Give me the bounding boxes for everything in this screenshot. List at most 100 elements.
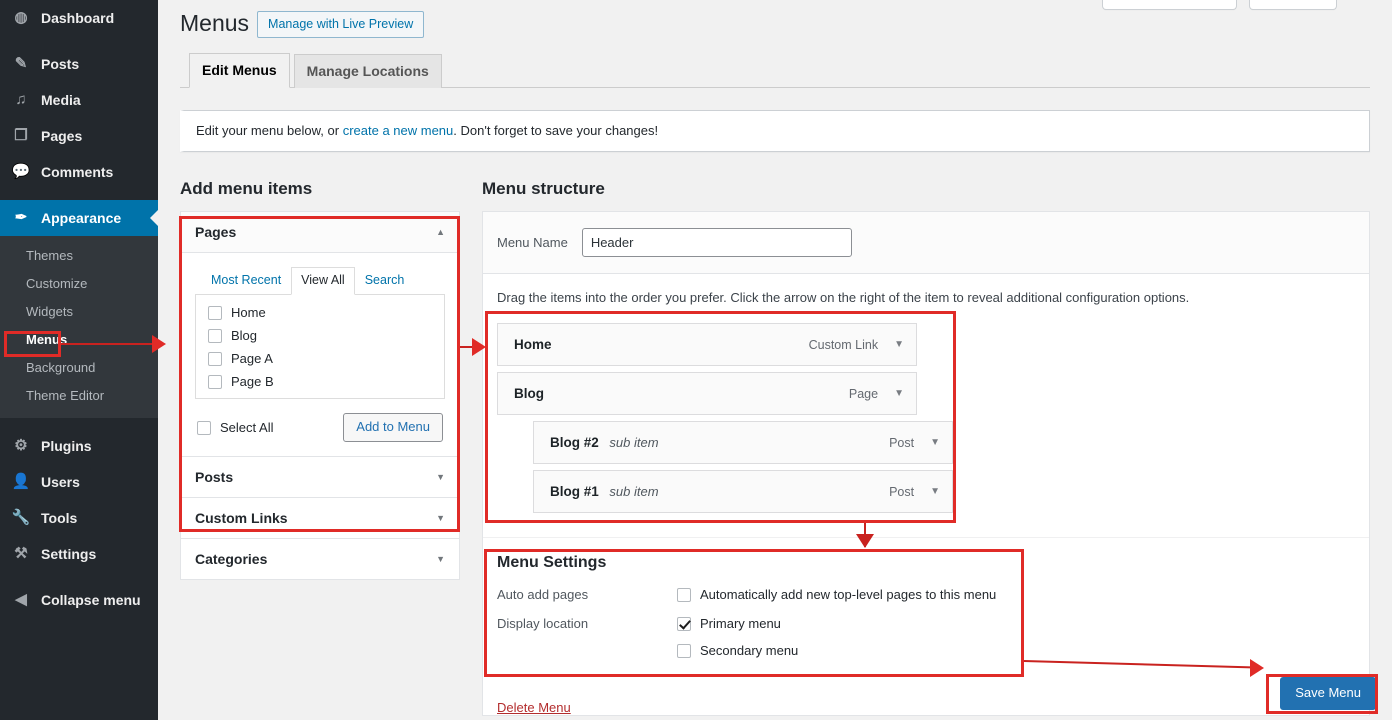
checkbox-page-b[interactable]: [208, 374, 222, 389]
menu-item-title: Blog: [514, 386, 544, 401]
add-to-menu-button[interactable]: Add to Menu: [343, 413, 443, 442]
sidebar-item-label: Posts: [41, 56, 80, 72]
list-item-label: Blog: [231, 328, 258, 343]
checkbox-secondary-menu[interactable]: [677, 643, 691, 658]
drag-hint-text: Drag the items into the order you prefer…: [497, 290, 1190, 305]
sidebar-item-collapse-menu[interactable]: ◀ Collapse menu: [0, 582, 158, 618]
sub-tab-view-all[interactable]: View All: [291, 267, 355, 295]
select-all-label: Select All: [220, 420, 274, 435]
chevron-down-icon[interactable]: ▼: [930, 486, 940, 497]
checkbox-page-a[interactable]: [208, 351, 222, 366]
tools-wrench-icon: 🔧: [11, 509, 31, 526]
dashboard-icon: ◍: [14, 9, 28, 26]
menu-item-meta: Post ▼: [889, 485, 940, 499]
chevron-down-icon[interactable]: ▼: [436, 513, 445, 523]
menu-item-sub-label: sub item: [609, 435, 659, 450]
list-item[interactable]: Page B: [208, 373, 434, 390]
chevron-down-icon[interactable]: ▼: [930, 437, 940, 448]
menu-item-row[interactable]: Blog #2 sub item Post ▼: [533, 421, 953, 464]
page-title-text: Menus: [180, 10, 250, 36]
list-item[interactable]: Home: [208, 304, 434, 321]
menu-settings-section: Menu Settings Auto add pages Automatical…: [483, 537, 1369, 686]
notice-text-after: . Don't forget to save your changes!: [453, 123, 659, 138]
checkbox-auto-add-pages[interactable]: [677, 587, 691, 602]
list-item[interactable]: Blog: [208, 327, 434, 344]
manage-with-live-preview-button[interactable]: Manage with Live Preview: [257, 11, 425, 38]
sidebar-item-tools[interactable]: 🔧 Tools: [0, 500, 158, 536]
sidebar-item-themes[interactable]: Themes: [0, 242, 158, 270]
list-item-label: Home: [231, 305, 266, 320]
sidebar-item-menus[interactable]: Menus: [0, 326, 158, 354]
delete-menu-link[interactable]: Delete Menu: [497, 700, 571, 715]
sidebar-item-dashboard[interactable]: ◍ Dashboard: [0, 0, 158, 36]
sidebar-item-pages[interactable]: ❐ Pages: [0, 118, 158, 154]
nav-tabs: Edit Menus Manage Locations: [180, 53, 1370, 88]
pin-icon: ✎: [14, 55, 28, 72]
sidebar-item-comments[interactable]: 💬 Comments: [0, 154, 158, 190]
location-option-label: Secondary menu: [700, 643, 799, 658]
list-item[interactable]: Page A: [208, 350, 434, 367]
chevron-down-icon[interactable]: ▼: [436, 554, 445, 564]
accordion-body-pages: Most Recent View All Search Home Blog Pa…: [181, 253, 459, 457]
comments-icon: 💬: [11, 163, 31, 180]
sidebar-item-users[interactable]: 👤 Users: [0, 464, 158, 500]
menu-item-title: Home: [514, 337, 552, 352]
menu-item-title-group: Blog #2 sub item: [550, 435, 659, 450]
pages-checkbox-list[interactable]: Home Blog Page A Page B: [195, 295, 445, 399]
notice-text-before: Edit your menu below, or: [196, 123, 343, 138]
list-item-label: Page B: [231, 374, 274, 389]
tab-edit-menus[interactable]: Edit Menus: [189, 53, 290, 88]
menu-item-row[interactable]: Home Custom Link ▼: [497, 323, 917, 366]
menu-item-type: Post: [889, 435, 915, 450]
checkbox-blog[interactable]: [208, 328, 222, 343]
sub-tab-search[interactable]: Search: [355, 267, 415, 295]
admin-sidebar: ◍ Dashboard ✎ Posts ♫ Media ❐ Pages 💬 Co…: [0, 0, 158, 720]
sidebar-item-appearance[interactable]: ✒ Appearance: [0, 200, 158, 236]
chevron-down-icon[interactable]: ▼: [894, 388, 904, 399]
sidebar-divider: [0, 418, 158, 428]
location-option-primary[interactable]: Primary menu: [677, 615, 798, 632]
tab-manage-locations[interactable]: Manage Locations: [293, 54, 442, 88]
chevron-down-icon[interactable]: ▼: [894, 339, 904, 350]
auto-add-pages-option[interactable]: Automatically add new top-level pages to…: [677, 586, 996, 603]
sub-tab-most-recent[interactable]: Most Recent: [201, 267, 291, 295]
sidebar-item-settings[interactable]: ⚒ Settings: [0, 536, 158, 572]
create-new-menu-link[interactable]: create a new menu: [343, 123, 454, 138]
checkbox-select-all[interactable]: [197, 420, 211, 435]
accordion-label: Categories: [195, 551, 268, 567]
accordion-header-posts[interactable]: Posts ▼: [181, 457, 459, 498]
menu-item-sub-label: sub item: [609, 484, 659, 499]
users-icon: 👤: [11, 473, 31, 490]
menu-item-title-group: Blog #1 sub item: [550, 484, 659, 499]
chevron-up-icon[interactable]: ▲: [436, 227, 445, 237]
sidebar-item-theme-editor[interactable]: Theme Editor: [0, 382, 158, 410]
chevron-down-icon[interactable]: ▼: [436, 472, 445, 482]
sidebar-item-widgets[interactable]: Widgets: [0, 298, 158, 326]
sidebar-item-posts[interactable]: ✎ Posts: [0, 46, 158, 82]
save-menu-button[interactable]: Save Menu: [1280, 677, 1376, 710]
display-location-label: Display location: [497, 616, 589, 631]
sidebar-item-media[interactable]: ♫ Media: [0, 82, 158, 118]
screen-options-button[interactable]: [1102, 0, 1237, 10]
help-button[interactable]: [1249, 0, 1337, 10]
accordion-header-categories[interactable]: Categories ▼: [181, 539, 459, 579]
menu-item-row[interactable]: Blog #1 sub item Post ▼: [533, 470, 953, 513]
sidebar-divider: [0, 36, 158, 46]
checkbox-home[interactable]: [208, 305, 222, 320]
appearance-brush-icon: ✒: [14, 209, 28, 226]
sidebar-item-plugins[interactable]: ⚙ Plugins: [0, 428, 158, 464]
menu-name-label: Menu Name: [497, 235, 568, 250]
menu-structure-panel: Menu Name Drag the items into the order …: [482, 211, 1376, 716]
accordion-header-pages[interactable]: Pages ▲: [181, 212, 459, 253]
select-all-row[interactable]: Select All: [197, 419, 273, 436]
sidebar-item-label: Pages: [41, 128, 83, 144]
menu-item-row[interactable]: Blog Page ▼: [497, 372, 917, 415]
accordion-header-custom-links[interactable]: Custom Links ▼: [181, 498, 459, 539]
checkbox-primary-menu[interactable]: [677, 616, 691, 631]
location-option-secondary[interactable]: Secondary menu: [677, 642, 798, 659]
menu-name-input[interactable]: [581, 228, 852, 257]
sidebar-item-customize[interactable]: Customize: [0, 270, 158, 298]
sidebar-item-label: Plugins: [41, 438, 92, 454]
display-location-row: Display location Primary menu Secondary …: [497, 615, 1355, 659]
sidebar-item-background[interactable]: Background: [0, 354, 158, 382]
